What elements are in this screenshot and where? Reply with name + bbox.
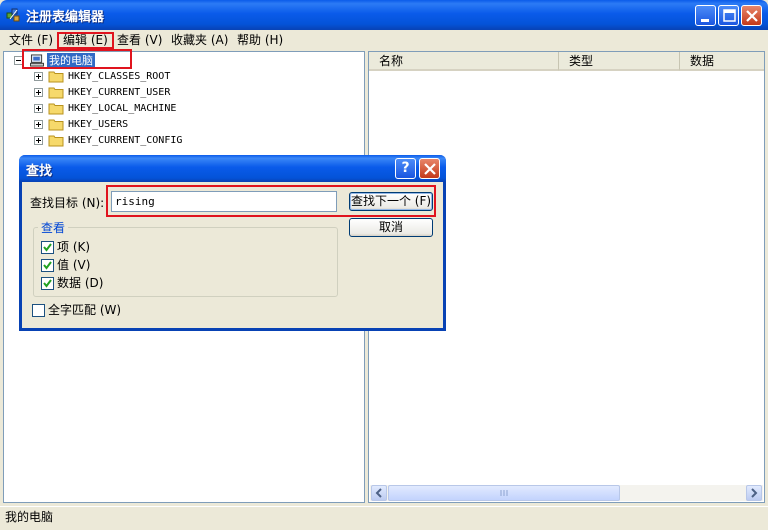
menu-file[interactable]: 文件 (F)	[5, 32, 57, 49]
status-bar: 我的电脑	[0, 506, 768, 528]
menu-edit[interactable]: 编辑 (E)	[57, 32, 114, 49]
folder-icon	[48, 71, 64, 83]
dialog-close-button[interactable]	[419, 158, 440, 179]
option-label: 数据 (D)	[57, 276, 104, 290]
folder-icon	[48, 135, 64, 147]
tree-item[interactable]: HKEY_CLASSES_ROOT	[32, 69, 232, 85]
expand-icon[interactable]	[34, 104, 43, 113]
expand-icon[interactable]	[34, 88, 43, 97]
checkbox-keys[interactable]	[41, 241, 54, 254]
column-header-data[interactable]: 数据	[680, 52, 764, 71]
option-data[interactable]: 数据 (D)	[41, 277, 121, 291]
menu-help[interactable]: 帮助 (H)	[233, 32, 287, 49]
option-whole-match[interactable]: 全字匹配 (W)	[32, 304, 142, 318]
option-keys[interactable]: 项 (K)	[41, 241, 111, 255]
find-dialog-title-bar[interactable]: 查找 ?	[19, 155, 446, 182]
maximize-button[interactable]	[718, 5, 739, 26]
look-in-label: 查看	[38, 219, 69, 236]
option-label: 项 (K)	[57, 240, 91, 254]
tree-item[interactable]: HKEY_LOCAL_MACHINE	[32, 101, 232, 117]
menu-favorites[interactable]: 收藏夹 (A)	[167, 32, 232, 49]
find-target-label: 查找目标 (N):	[30, 196, 105, 210]
close-icon	[746, 10, 758, 22]
scroll-right-button[interactable]	[746, 485, 762, 501]
folder-icon	[48, 119, 64, 131]
expand-icon[interactable]	[34, 136, 43, 145]
close-icon	[424, 163, 436, 175]
checkmark-icon	[43, 243, 52, 252]
tree-item-label[interactable]: HKEY_CURRENT_USER	[68, 85, 170, 101]
checkbox-values[interactable]	[41, 259, 54, 272]
find-dialog-title: 查找	[26, 164, 53, 179]
menu-bar: 文件 (F) 编辑 (E) 查看 (V) 收藏夹 (A) 帮助 (H)	[0, 30, 768, 50]
find-dialog[interactable]: 查找 ? 查找目标 (N): 查找下一个 (F) 取消 查看 项 (K) 值 (…	[19, 155, 446, 331]
checkmark-icon	[43, 279, 52, 288]
tree-item-label[interactable]: HKEY_CURRENT_CONFIG	[68, 133, 182, 149]
root-highlight-box	[22, 49, 132, 69]
regedit-icon	[6, 8, 20, 22]
scroll-left-button[interactable]	[371, 485, 387, 501]
window-title: 注册表编辑器	[26, 10, 105, 25]
chevron-left-icon	[375, 488, 382, 498]
cancel-button[interactable]: 取消	[349, 218, 433, 237]
option-label: 全字匹配 (W)	[48, 303, 122, 317]
expand-icon[interactable]	[34, 72, 43, 81]
column-header-type[interactable]: 类型	[559, 52, 680, 71]
tree-item-label[interactable]: HKEY_LOCAL_MACHINE	[68, 101, 176, 117]
maximize-icon	[723, 9, 736, 22]
help-button[interactable]: ?	[395, 158, 416, 179]
expand-icon[interactable]	[34, 120, 43, 129]
title-bar[interactable]: 注册表编辑器	[0, 0, 768, 30]
checkbox-data[interactable]	[41, 277, 54, 290]
folder-icon	[48, 103, 64, 115]
tree-item[interactable]: HKEY_CURRENT_CONFIG	[32, 133, 232, 149]
tree-item[interactable]: HKEY_USERS	[32, 117, 232, 133]
close-button[interactable]	[741, 5, 762, 26]
scroll-thumb[interactable]	[388, 485, 620, 501]
tree-item[interactable]: HKEY_CURRENT_USER	[32, 85, 232, 101]
minimize-button[interactable]	[695, 5, 716, 26]
grip-icon	[500, 490, 508, 496]
option-label: 值 (V)	[57, 258, 91, 272]
option-values[interactable]: 值 (V)	[41, 259, 111, 273]
folder-icon	[48, 87, 64, 99]
tree-item-label[interactable]: HKEY_CLASSES_ROOT	[68, 69, 170, 85]
column-header-name[interactable]: 名称	[369, 52, 559, 71]
horizontal-scrollbar[interactable]	[370, 485, 763, 501]
tree-item-label[interactable]: HKEY_USERS	[68, 117, 128, 133]
find-next-button[interactable]: 查找下一个 (F)	[349, 192, 433, 211]
chevron-right-icon	[751, 488, 758, 498]
checkbox-whole-match[interactable]	[32, 304, 45, 317]
menu-view[interactable]: 查看 (V)	[113, 32, 166, 49]
checkmark-icon	[43, 261, 52, 270]
minimize-icon	[701, 19, 709, 22]
